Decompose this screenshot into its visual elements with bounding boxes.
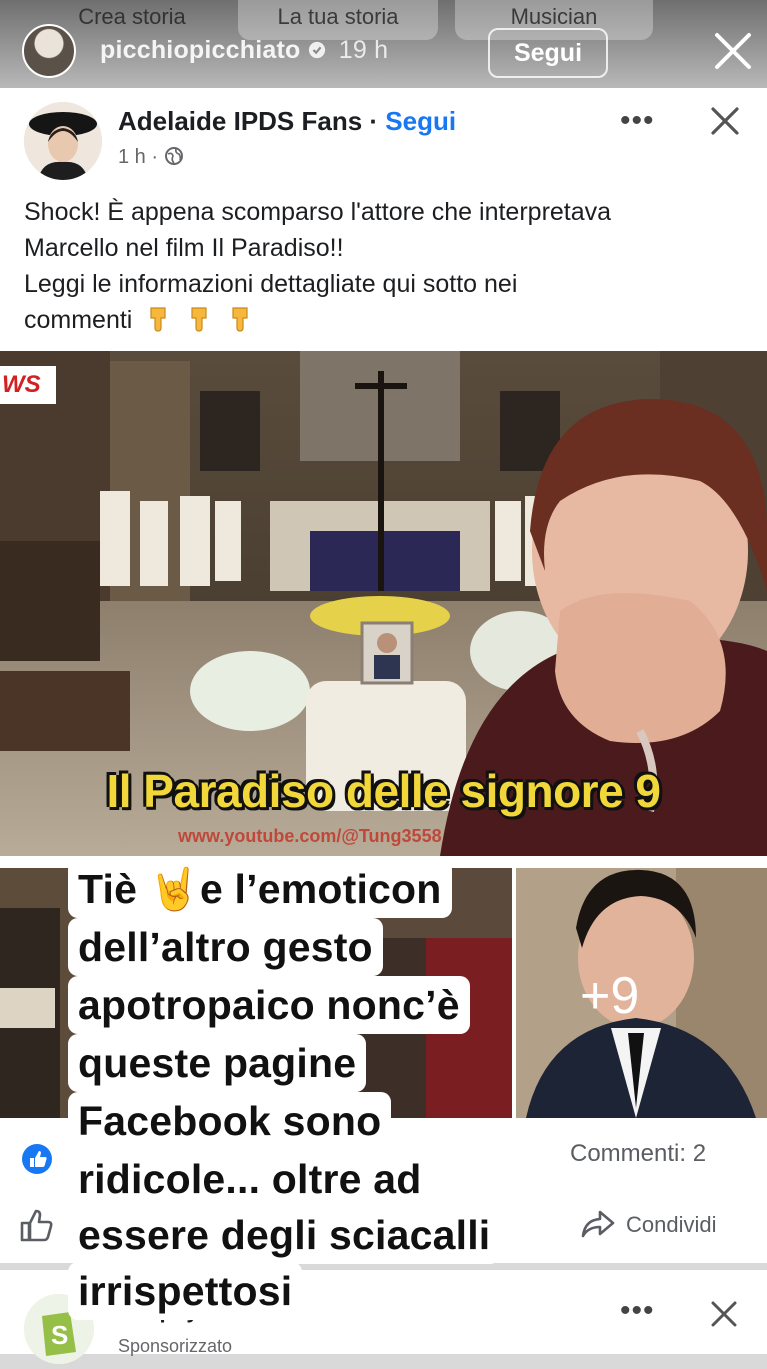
hide-post-icon[interactable] — [708, 104, 742, 138]
sticker-line: queste pagine — [68, 1034, 367, 1092]
story-close-icon[interactable] — [712, 30, 754, 72]
like-button-icon[interactable] — [18, 1206, 56, 1244]
image-caption: Il Paradiso delle signore 9 — [106, 765, 661, 817]
meta-dot: · — [145, 146, 164, 168]
story-user-avatar[interactable] — [22, 24, 76, 78]
post-text-line: commenti — [24, 306, 133, 334]
pointing-down-emoji-icon — [227, 304, 255, 332]
sticker-line: irrispettosi — [68, 1262, 303, 1320]
story-username-row[interactable]: picchiopicchiato 19 h — [100, 36, 388, 65]
globe-icon — [164, 146, 184, 168]
post-thumbnail-3[interactable] — [516, 868, 767, 1118]
share-label: Condividi — [626, 1212, 717, 1237]
sticker-line: Facebook sono — [68, 1092, 392, 1150]
like-reaction-icon[interactable] — [22, 1144, 52, 1174]
story-time: 19 h — [338, 36, 389, 64]
page-name[interactable]: Adelaide IPDS Fans — [118, 106, 362, 136]
image-watermark-url: www.youtube.com/@Tung3558 — [178, 826, 442, 846]
story-username[interactable]: picchiopicchiato — [100, 36, 300, 64]
share-button[interactable]: Condividi — [580, 1208, 717, 1240]
news-logo-badge: WS — [0, 366, 56, 404]
story-follow-button[interactable]: Segui — [488, 28, 608, 78]
svg-text:S: S — [51, 1320, 68, 1350]
post-time[interactable]: 1 h — [118, 146, 146, 168]
next-hide-post-icon[interactable] — [708, 1298, 740, 1330]
sticker-line: apotropaico nonc’è — [68, 976, 470, 1034]
page-name-row: Adelaide IPDS Fans · Segui — [118, 106, 456, 137]
your-story-tab[interactable]: La tua storia — [238, 0, 438, 40]
more-options-icon[interactable]: ••• — [620, 104, 655, 138]
post-text-line: Marcello nel film Il Paradiso!! — [24, 234, 344, 262]
name-separator: · — [362, 106, 386, 136]
post-meta: 1 h · — [118, 146, 184, 169]
sticker-line: essere degli sciacalli — [68, 1206, 501, 1264]
sticker-line: ridicole... oltre ad — [68, 1150, 432, 1208]
next-more-options-icon[interactable]: ••• — [620, 1294, 655, 1328]
share-icon — [580, 1208, 616, 1240]
post-text: Shock! È appena scomparso l'attore che i… — [24, 194, 754, 338]
pointing-down-emoji-icon — [145, 304, 173, 332]
sticker-line: dell’altro gesto — [68, 918, 383, 976]
sticker-line: Tiè 🤘e l’emoticon — [68, 860, 452, 918]
post-text-line: Leggi le informazioni dettagliate qui so… — [24, 270, 518, 298]
verified-icon — [308, 36, 333, 64]
post-text-line: Shock! È appena scomparso l'attore che i… — [24, 198, 612, 226]
comments-count[interactable]: Commenti: 2 — [570, 1140, 706, 1168]
more-photos-count[interactable]: +9 — [580, 966, 639, 1026]
pointing-down-emoji-icon — [186, 304, 214, 332]
follow-link[interactable]: Segui — [385, 106, 456, 136]
page-avatar[interactable] — [24, 102, 102, 180]
